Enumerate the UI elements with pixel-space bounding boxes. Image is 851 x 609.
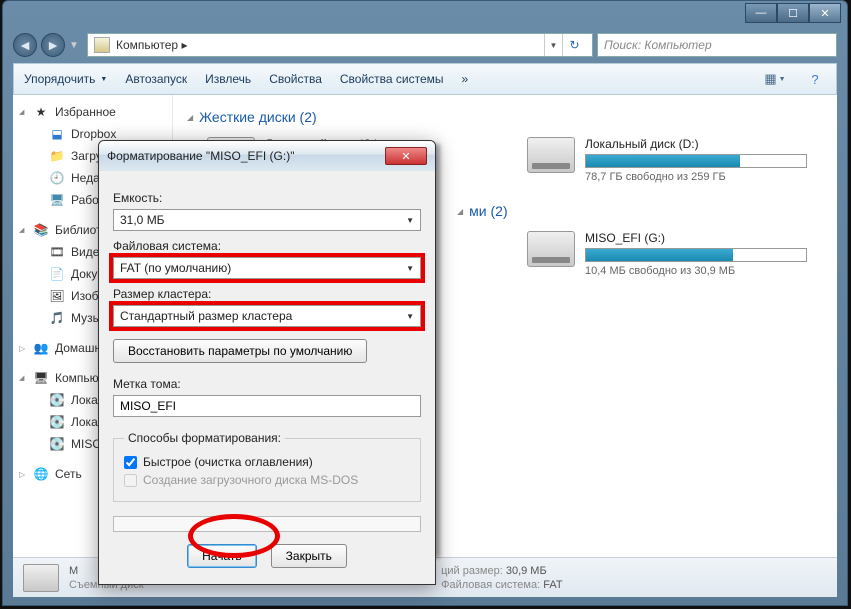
sidebar-favorites[interactable]: ★Избранное: [13, 101, 172, 123]
toolbar: Упорядочить▼ Автозапуск Извлечь Свойства…: [13, 63, 837, 95]
close-button[interactable]: ✕: [809, 3, 841, 23]
cluster-select[interactable]: Стандартный размер кластера▼: [113, 305, 421, 327]
address-bar[interactable]: Компьютер ▸ ▼ ↻: [87, 33, 593, 57]
desktop-icon: 🖥: [49, 192, 65, 208]
properties-button[interactable]: Свойства: [269, 72, 322, 86]
capacity-bar: [585, 248, 807, 262]
star-icon: ★: [33, 104, 49, 120]
drive-icon: 💽: [49, 414, 65, 430]
capacity-bar: [585, 154, 807, 168]
volume-label-label: Метка тома:: [113, 377, 421, 391]
drive-stat: 10,4 МБ свободно из 30,9 МБ: [585, 265, 807, 277]
refresh-button[interactable]: ↻: [562, 34, 586, 56]
removable-section-header[interactable]: ми (2): [457, 197, 823, 225]
hdd-section-header[interactable]: Жесткие диски (2): [187, 103, 823, 131]
cluster-label: Размер кластера:: [113, 287, 421, 301]
window-controls: — ☐ ✕: [745, 3, 841, 23]
capacity-label: Емкость:: [113, 191, 421, 205]
back-button[interactable]: ◄: [13, 33, 37, 57]
eject-button[interactable]: Извлечь: [205, 72, 251, 86]
nav-bar: ◄ ► ▼ Компьютер ▸ ▼ ↻ Поиск: Компьютер: [13, 31, 837, 59]
system-properties-button[interactable]: Свойства системы: [340, 72, 444, 86]
music-icon: 🎵: [49, 310, 65, 326]
drive-name: MISO_EFI (G:): [585, 231, 807, 245]
quick-format-checkbox[interactable]: Быстрое (очистка оглавления): [124, 455, 410, 469]
search-input[interactable]: Поиск: Компьютер: [597, 33, 837, 57]
filesystem-label: Файловая система:: [113, 239, 421, 253]
organize-menu[interactable]: Упорядочить▼: [24, 72, 107, 86]
hdd-icon: [527, 137, 575, 173]
view-icon[interactable]: ▦▼: [764, 68, 786, 90]
drive-icon: 💽: [49, 436, 65, 452]
format-options-legend: Способы форматирования:: [124, 431, 285, 445]
pictures-icon: 🖼: [49, 288, 65, 304]
folder-icon: 📁: [49, 148, 65, 164]
dropbox-icon: ⬓: [49, 126, 65, 142]
help-icon[interactable]: ?: [804, 68, 826, 90]
nav-history-dropdown[interactable]: ▼: [69, 33, 83, 57]
dialog-title-text: Форматирование "MISO_EFI (G:)": [107, 149, 294, 163]
autoplay-button[interactable]: Автозапуск: [125, 72, 187, 86]
video-icon: 🎞: [49, 244, 65, 260]
libraries-icon: 📚: [33, 222, 49, 238]
drive-d[interactable]: Локальный диск (D:) 78,7 ГБ свободно из …: [527, 137, 807, 183]
restore-defaults-button[interactable]: Восстановить параметры по умолчанию: [113, 339, 367, 363]
forward-button[interactable]: ►: [41, 33, 65, 57]
recent-icon: 🕘: [49, 170, 65, 186]
address-path: Компьютер ▸: [116, 38, 187, 52]
format-progress-bar: [113, 516, 421, 532]
homegroup-icon: 👥: [33, 340, 49, 356]
address-dropdown[interactable]: ▼: [544, 34, 562, 56]
dialog-close-button[interactable]: ✕: [385, 147, 427, 165]
close-dialog-button[interactable]: Закрыть: [271, 544, 347, 568]
maximize-button[interactable]: ☐: [777, 3, 809, 23]
drive-thumb-icon: [23, 564, 59, 592]
drive-icon: 💽: [49, 392, 65, 408]
filesystem-select[interactable]: FAT (по умолчанию)▼: [113, 257, 421, 279]
drive-stat: 78,7 ГБ свободно из 259 ГБ: [585, 171, 807, 183]
format-dialog: Форматирование "MISO_EFI (G:)" ✕ Емкость…: [98, 140, 436, 585]
dialog-titlebar[interactable]: Форматирование "MISO_EFI (G:)" ✕: [99, 141, 435, 171]
msdos-boot-checkbox: Создание загрузочного диска MS-DOS: [124, 473, 410, 487]
network-icon: 🌐: [33, 466, 49, 482]
removable-icon: [527, 231, 575, 267]
start-button[interactable]: Начать: [187, 544, 257, 568]
computer-icon: 🖥: [33, 370, 49, 386]
volume-label-input[interactable]: [113, 395, 421, 417]
computer-icon: [94, 37, 110, 53]
drive-miso[interactable]: MISO_EFI (G:) 10,4 МБ свободно из 30,9 М…: [527, 231, 807, 277]
drive-name: Локальный диск (D:): [585, 137, 807, 151]
documents-icon: 📄: [49, 266, 65, 282]
capacity-select[interactable]: 31,0 МБ▼: [113, 209, 421, 231]
format-options-group: Способы форматирования: Быстрое (очистка…: [113, 431, 421, 502]
toolbar-more[interactable]: »: [462, 72, 469, 86]
minimize-button[interactable]: —: [745, 3, 777, 23]
